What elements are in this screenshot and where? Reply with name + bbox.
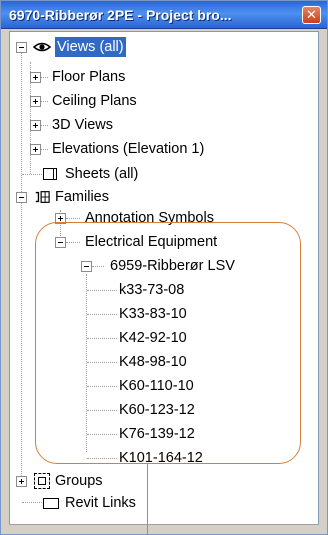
tree-node-label: Groups [55, 473, 103, 489]
tree-node-floor-plans[interactable]: Floor Plans [10, 66, 310, 88]
collapse-toggle[interactable] [16, 192, 27, 203]
tree-node-revit-links[interactable]: Revit Links [10, 492, 310, 514]
close-button[interactable]: ✕ [302, 6, 321, 24]
expand-toggle[interactable] [30, 72, 41, 83]
tree-node-families[interactable]: Families [10, 186, 310, 208]
tree-node-label: Views (all) [55, 37, 126, 57]
tree-node-label: Floor Plans [52, 69, 126, 85]
highlight-annotation [35, 222, 301, 464]
tree-node-label: Sheets (all) [65, 166, 139, 182]
tree-node-3d-views[interactable]: 3D Views [10, 114, 310, 136]
families-icon [35, 191, 50, 203]
sheet-icon [43, 168, 57, 180]
tree-node-ceiling-plans[interactable]: Ceiling Plans [10, 90, 310, 112]
tree-node-label: Revit Links [65, 495, 136, 511]
link-icon [43, 498, 59, 509]
expand-toggle[interactable] [30, 120, 41, 131]
tree-node-groups[interactable]: Groups [10, 470, 310, 492]
tree-node-label: Elevations (Elevation 1) [52, 141, 205, 157]
groups-icon [34, 473, 50, 489]
tree-node-label: 3D Views [52, 117, 113, 133]
window-title: 6970-Ribberør 2PE - Project bro... [9, 7, 232, 23]
tree-node-views[interactable]: Views (all) [10, 36, 310, 58]
collapse-toggle[interactable] [16, 42, 27, 53]
panel-bottom-edge [9, 524, 319, 534]
title-bar[interactable]: 6970-Ribberør 2PE - Project bro... ✕ [1, 1, 327, 29]
tree-node-elevations[interactable]: Elevations (Elevation 1) [10, 138, 310, 160]
expand-toggle[interactable] [30, 96, 41, 107]
eye-icon [33, 42, 51, 52]
highlight-pointer-line [147, 464, 148, 535]
tree-node-sheets[interactable]: Sheets (all) [10, 163, 310, 185]
expand-toggle[interactable] [16, 476, 27, 487]
tree-node-label: Ceiling Plans [52, 93, 137, 109]
tree-node-label: Families [55, 189, 109, 205]
expand-toggle[interactable] [30, 144, 41, 155]
